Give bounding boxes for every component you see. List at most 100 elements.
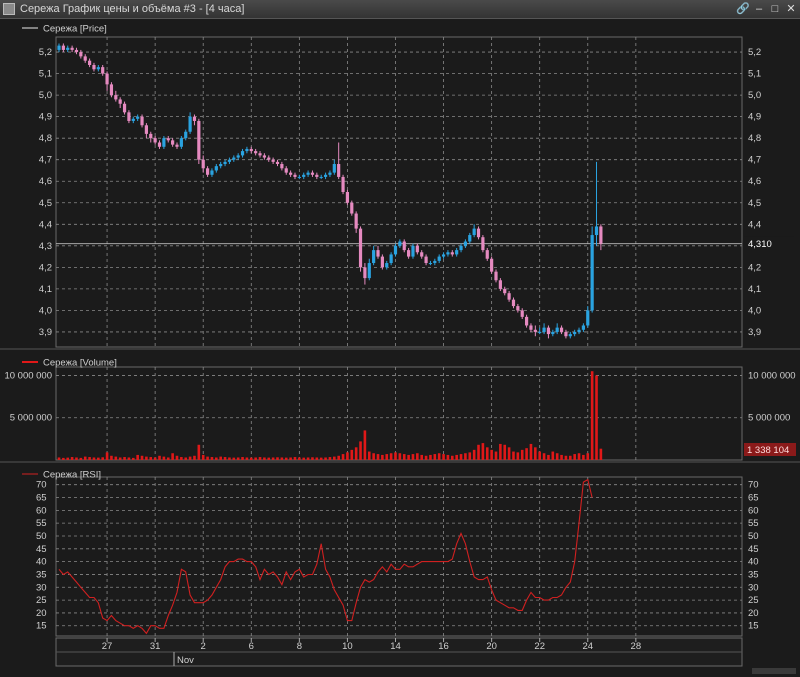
candle-body	[520, 310, 524, 317]
volume-bar	[210, 457, 214, 460]
candle-body	[586, 310, 590, 326]
volume-bar	[590, 371, 594, 460]
volume-bar	[271, 457, 275, 460]
volume-bar	[494, 451, 498, 460]
candle-body	[70, 47, 74, 50]
volume-bar	[110, 455, 113, 460]
rsi-left-tick-label: 50	[36, 531, 47, 542]
price-left-tick-label: 4,3	[39, 241, 52, 252]
x-axis-tick-label: 6	[249, 641, 254, 652]
candle-body	[533, 329, 537, 332]
candle-body	[79, 52, 83, 57]
bar-legend: Сережа [Volume]	[43, 358, 117, 369]
volume-bar	[529, 443, 533, 460]
rsi-left-tick-label: 40	[36, 557, 47, 568]
price-left-tick-label: 4,8	[39, 133, 52, 144]
volume-bar	[420, 454, 424, 460]
candle-body	[577, 329, 581, 332]
candle-body	[74, 49, 79, 53]
candle-body	[179, 138, 183, 147]
volume-bar	[241, 457, 244, 460]
volume-bar	[416, 453, 419, 460]
candle-body	[363, 267, 367, 279]
volume-bar	[394, 452, 397, 460]
candle-body	[345, 192, 350, 203]
candle-body	[171, 140, 175, 145]
candle-body	[389, 254, 393, 264]
candle-body	[337, 164, 341, 177]
candle-body	[590, 235, 594, 311]
candle-body	[407, 250, 411, 257]
rsi-right-tick-label: 15	[748, 621, 759, 632]
volume-bar	[92, 457, 96, 460]
volume-bar	[166, 457, 170, 460]
volume-bar	[599, 448, 603, 460]
price-left-tick-label: 4,4	[39, 219, 52, 230]
candle-body	[599, 226, 603, 244]
candle-body	[205, 168, 210, 175]
volume-bar	[145, 456, 148, 460]
volume-bar	[184, 457, 188, 460]
volume-bar	[188, 456, 192, 460]
candle-body	[258, 153, 262, 156]
x-axis-tick-label: 10	[342, 641, 353, 652]
volume-bar	[341, 454, 345, 460]
candle-body	[302, 174, 306, 177]
volume-bar	[499, 443, 502, 460]
candle-body	[275, 161, 280, 165]
volume-bar	[315, 457, 319, 460]
volume-bar	[276, 457, 279, 460]
minimize-icon[interactable]: –	[752, 2, 766, 16]
candle-body	[297, 176, 301, 178]
volume-bar	[459, 454, 463, 460]
volume-bar	[547, 454, 550, 460]
candle-body	[109, 84, 114, 96]
volume-bar	[219, 456, 222, 460]
candle-body	[411, 245, 415, 257]
candle-body	[192, 116, 197, 121]
candle-body	[214, 166, 218, 171]
candle-body	[280, 164, 284, 169]
volume-bar	[337, 455, 340, 460]
candle-body	[149, 133, 153, 139]
candle-body	[424, 256, 428, 264]
candle-body	[402, 241, 406, 251]
candle-body	[122, 103, 127, 113]
candle-body	[472, 228, 476, 236]
volume-bar	[350, 449, 354, 460]
volume-bar	[158, 455, 161, 460]
volume-bar	[319, 457, 323, 460]
price-right-tick-label: 4,1	[748, 284, 761, 295]
candle-body	[162, 138, 166, 147]
volume-bar	[131, 457, 135, 460]
volume-bar	[568, 455, 572, 460]
close-icon[interactable]: ✕	[784, 2, 798, 16]
volume-bar	[424, 455, 428, 460]
candle-body	[87, 60, 92, 65]
volume-bar	[79, 457, 83, 460]
candle-body	[503, 288, 507, 294]
volume-bar	[525, 448, 528, 460]
volume-bar	[75, 457, 78, 460]
candle-body	[529, 325, 533, 330]
volume-bar	[311, 457, 314, 460]
price-left-tick-label: 4,0	[39, 305, 52, 316]
volume-bar	[97, 457, 100, 460]
price-left-tick-label: 5,0	[39, 90, 52, 101]
volume-bar	[398, 453, 402, 460]
link-icon[interactable]: 🔗	[736, 2, 750, 16]
candle-body	[455, 250, 459, 255]
rsi-left-tick-label: 30	[36, 582, 47, 593]
candle-body	[367, 263, 371, 279]
candle-body	[459, 245, 463, 251]
volume-bar	[451, 455, 454, 460]
price-right-tick-label: 4,9	[748, 112, 761, 123]
volume-bar	[175, 455, 179, 460]
price-right-tick-label: 4,8	[748, 133, 761, 144]
volume-bar	[516, 452, 520, 460]
volume-bar	[582, 454, 585, 460]
volume-bar	[333, 456, 336, 460]
candle-body	[468, 235, 472, 242]
candle-body	[581, 325, 585, 330]
maximize-icon[interactable]: □	[768, 2, 782, 16]
